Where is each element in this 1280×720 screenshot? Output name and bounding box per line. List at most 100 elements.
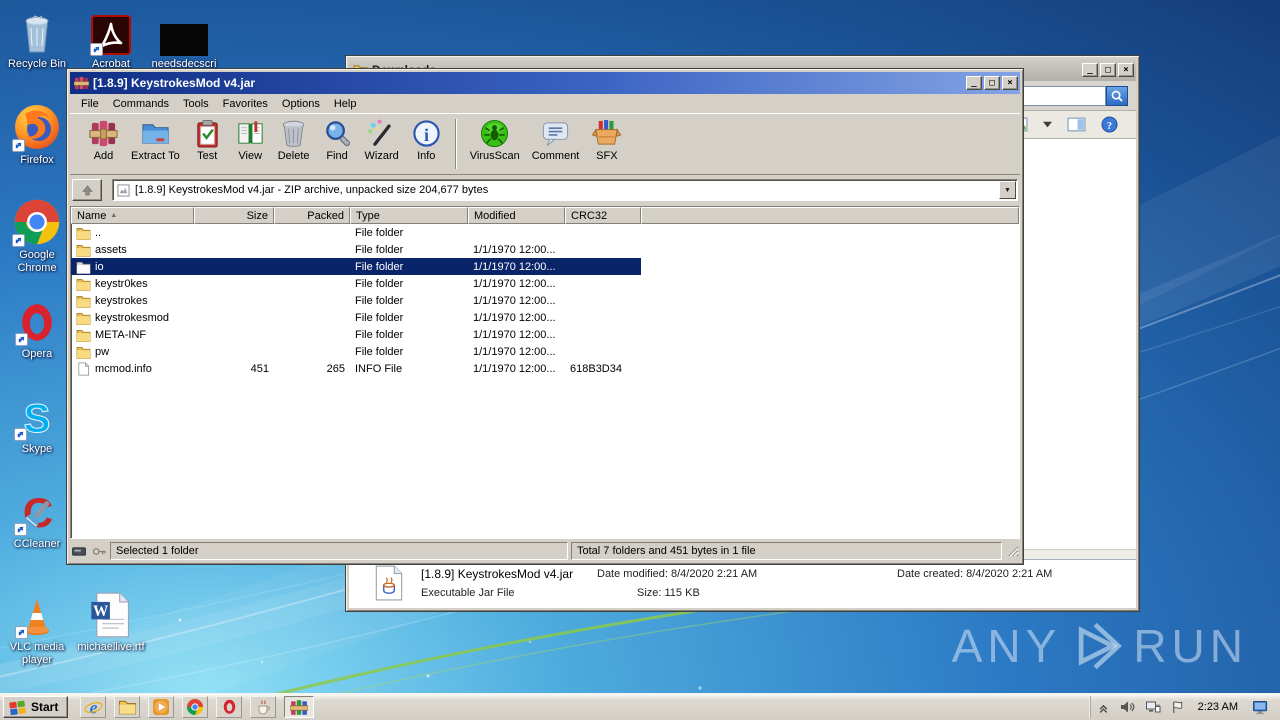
archive-row-keystr0kes[interactable]: keystr0kes File folder 1/1/1970 12:00... <box>71 275 1019 292</box>
svg-text:?: ? <box>1107 121 1112 132</box>
desktop-icon-google-chrome[interactable]: Google Chrome <box>0 197 74 274</box>
preview-pane-icon[interactable] <box>1067 117 1086 132</box>
quick-launch: e <box>80 696 315 718</box>
desktop-icon-label: CCleaner <box>13 538 61 550</box>
menu-help[interactable]: Help <box>327 96 364 112</box>
toolbar-button-label: Add <box>93 150 114 162</box>
column-header-name[interactable]: Name ▲ <box>71 207 194 224</box>
cell-crc32: 618B3D34 <box>570 362 622 375</box>
cell-type: File folder <box>355 260 404 273</box>
quicklaunch-winrar[interactable] <box>284 696 315 718</box>
winrar-close-button[interactable]: × <box>1002 76 1018 90</box>
explorer-maximize-button[interactable]: □ <box>1100 63 1116 77</box>
menu-favorites[interactable]: Favorites <box>216 96 275 112</box>
toolbar-sfx-button[interactable]: SFX <box>585 116 628 164</box>
folder-icon <box>76 294 91 308</box>
collapse-icon[interactable] <box>1098 702 1109 713</box>
taskbar: Start e 2:23 AM <box>0 693 1280 720</box>
desktop-icon-label: VLC media player <box>9 641 65 666</box>
combobox-dropdown-button[interactable]: ▼ <box>999 181 1016 199</box>
toolbar-add-button[interactable]: Add <box>82 116 125 164</box>
winrar-maximize-button[interactable]: □ <box>984 76 1000 90</box>
menu-tools[interactable]: Tools <box>176 96 216 112</box>
desktop-icon-firefox[interactable]: Firefox <box>0 102 74 167</box>
quicklaunch-java[interactable] <box>250 696 277 718</box>
cell-type: File folder <box>355 243 404 256</box>
network-icon[interactable] <box>1145 700 1161 714</box>
desktop-icon-acrobat[interactable]: Acrobat <box>74 6 148 71</box>
cell-type: File folder <box>355 328 404 341</box>
quicklaunch-windows-explorer[interactable] <box>114 696 141 718</box>
svg-text:S: S <box>24 397 51 441</box>
folder-icon <box>76 243 91 257</box>
archive-row-META-INF[interactable]: META-INF File folder 1/1/1970 12:00... <box>71 326 1019 343</box>
volume-icon[interactable] <box>1119 700 1135 714</box>
toolbar-extract-button[interactable]: Extract To <box>125 116 186 164</box>
toolbar-test-button[interactable]: Test <box>186 116 229 164</box>
desktop-icon-vlc-media-player[interactable]: VLC media player <box>0 589 74 666</box>
resize-grip[interactable] <box>1006 544 1020 558</box>
cell-type: INFO File <box>355 362 403 375</box>
cell-type: File folder <box>355 226 404 239</box>
column-header-size[interactable]: Size <box>194 207 274 224</box>
toolbar-delete-button[interactable]: Delete <box>272 116 316 164</box>
winrar-titlebar[interactable]: [1.8.9] KeystrokesMod v4.jar _ □ × <box>70 72 1020 94</box>
chrome-icon <box>12 197 62 247</box>
desktop-icon-needsdecscri[interactable]: needsdecscri <box>147 6 221 71</box>
archive-row-io[interactable]: io File folder 1/1/1970 12:00... <box>71 258 1019 275</box>
column-header-modified[interactable]: Modified <box>468 207 565 224</box>
menu-options[interactable]: Options <box>275 96 327 112</box>
action-flag-icon[interactable] <box>1171 700 1184 714</box>
chevron-down-icon[interactable] <box>1043 121 1052 128</box>
winrar-title: [1.8.9] KeystrokesMod v4.jar <box>93 76 256 90</box>
explorer-minimize-button[interactable]: _ <box>1082 63 1098 77</box>
quicklaunch-internet-explorer[interactable]: e <box>80 696 107 718</box>
start-button[interactable]: Start <box>3 696 69 718</box>
desktop-icon-ccleaner[interactable]: C CCleaner <box>0 486 74 551</box>
toolbar-info-button[interactable]: i Info <box>405 116 448 164</box>
archive-row-pw[interactable]: pw File folder 1/1/1970 12:00... <box>71 343 1019 360</box>
up-directory-button[interactable] <box>72 179 102 201</box>
cell-name: keystrokesmod <box>71 311 194 325</box>
column-header-type[interactable]: Type <box>350 207 468 224</box>
cell-name: mcmod.info <box>71 362 194 376</box>
quicklaunch-media-player[interactable] <box>148 696 175 718</box>
quicklaunch-opera[interactable] <box>216 696 243 718</box>
archive-row--[interactable]: .. File folder <box>71 224 1019 241</box>
anyrun-logo-icon <box>1069 618 1125 674</box>
toolbar-virusscan-button[interactable]: VirusScan <box>464 116 526 164</box>
column-header-packed[interactable]: Packed <box>274 207 350 224</box>
archive-row-keystrokes[interactable]: keystrokes File folder 1/1/1970 12:00... <box>71 292 1019 309</box>
archive-row-assets[interactable]: assets File folder 1/1/1970 12:00... <box>71 241 1019 258</box>
winrar-minimize-button[interactable]: _ <box>966 76 982 90</box>
sfx-icon <box>591 118 622 149</box>
help-icon[interactable]: ? <box>1101 116 1118 133</box>
shortcut-arrow-icon <box>14 428 27 441</box>
toolbar-view-button[interactable]: View <box>229 116 272 164</box>
toolbar-button-label: View <box>238 150 263 162</box>
desktop-icon-label: Skype <box>21 443 53 455</box>
archive-path-combobox[interactable]: [1.8.9] KeystrokesMod v4.jar - ZIP archi… <box>112 179 1018 201</box>
menu-commands[interactable]: Commands <box>106 96 176 112</box>
winrar-window: [1.8.9] KeystrokesMod v4.jar _ □ × File C… <box>66 68 1024 565</box>
quicklaunch-chrome[interactable] <box>182 696 209 718</box>
toolbar-find-button[interactable]: Find <box>316 116 359 164</box>
archive-file-list: Name ▲ Size Packed Type Modified CRC32 .. File … <box>70 206 1020 539</box>
toolbar-button-label: VirusScan <box>469 150 520 162</box>
archive-row-keystrokesmod[interactable]: keystrokesmod File folder 1/1/1970 12:00..… <box>71 309 1019 326</box>
toolbar-comment-button[interactable]: Comment <box>526 116 586 164</box>
toolbar-button-label: Info <box>417 150 436 162</box>
wizard-icon <box>366 118 397 149</box>
desktop-icon-skype[interactable]: S Skype <box>0 391 74 456</box>
search-button[interactable] <box>1106 85 1128 106</box>
toolbar-wizard-button[interactable]: Wizard <box>359 116 405 164</box>
cell-modified: 1/1/1970 12:00... <box>473 345 556 358</box>
menu-file[interactable]: File <box>74 96 106 112</box>
show-desktop-icon[interactable] <box>1252 700 1270 715</box>
column-header-crc32[interactable]: CRC32 <box>565 207 641 224</box>
desktop-icon-recycle-bin[interactable]: Recycle Bin <box>0 6 74 71</box>
explorer-close-button[interactable]: × <box>1118 63 1134 77</box>
desktop-icon-opera[interactable]: Opera <box>0 296 74 361</box>
archive-row-mcmod-info[interactable]: mcmod.info 451 265 INFO File 1/1/1970 12:00.… <box>71 360 1019 377</box>
desktop-icon-michaellive-rtf[interactable]: Wmichaellive.rtf <box>74 589 148 654</box>
